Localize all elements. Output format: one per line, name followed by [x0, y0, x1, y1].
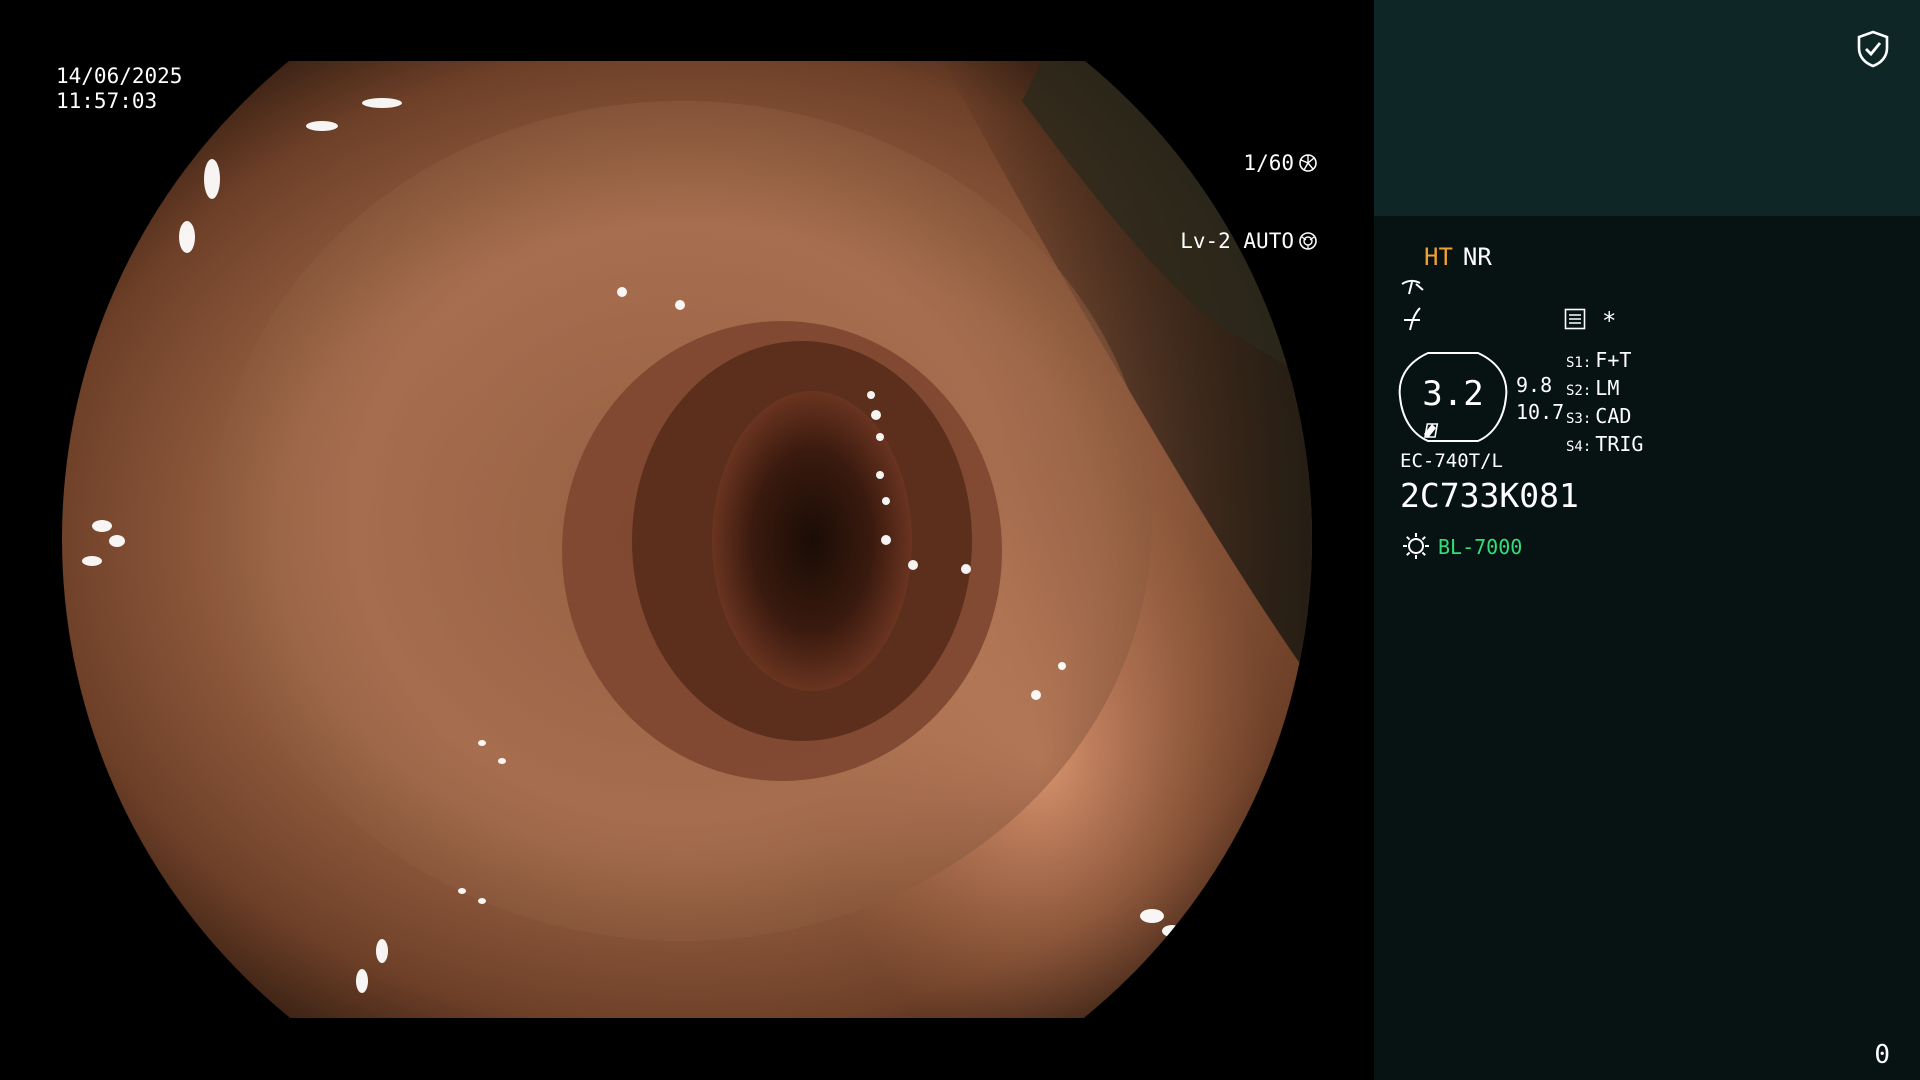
zoom-side-values: 9.8 10.7: [1516, 372, 1564, 426]
shutter-row: 1/60: [1180, 149, 1318, 177]
datetime-readout: 14/06/2025 11:57:03: [56, 64, 182, 114]
mode-ht: HT: [1424, 243, 1453, 271]
scope-serial: 2C733K081: [1400, 476, 1579, 515]
zoom-side-bottom: 10.7: [1516, 400, 1565, 424]
shutter-icon: [1299, 154, 1317, 172]
mode-nr: NR: [1462, 243, 1492, 271]
switch-key: S3:: [1566, 411, 1592, 427]
switch-key: S4:: [1566, 439, 1592, 455]
switch-row: S4: TRIG: [1566, 432, 1643, 460]
zoom-badge: 3.2: [1398, 352, 1508, 442]
menu-list-icon: [1564, 308, 1586, 330]
level-row: Lv-2 AUTO: [1180, 227, 1318, 255]
info-panel: HT NR * 3.2 9.8 10.7 S1: F+T S2: LM S3: …: [1374, 0, 1920, 1080]
color-mode-icon: [1404, 307, 1421, 331]
light-source-label: BL-7000: [1438, 535, 1523, 559]
image-mode-line: HT NR: [1424, 243, 1492, 271]
time-text: 11:57:03: [56, 89, 158, 113]
exposure-readout: 1/60 Lv-2 AUTO: [1180, 99, 1318, 305]
lumen-illustration: [62, 61, 1312, 1018]
shield-check-icon: [1857, 30, 1889, 68]
endoscopy-screen: 14/06/2025 11:57:03 1/60 Lv-2 AUTO HT NR…: [0, 0, 1920, 1080]
zoom-value: 3.2: [1422, 374, 1484, 414]
switch-row: S3: CAD: [1566, 404, 1643, 432]
shutter-speed: 1/60: [1243, 150, 1294, 175]
asterisk-mark: *: [1602, 307, 1617, 335]
zoom-side-top: 9.8: [1516, 373, 1553, 397]
scope-model: EC-740T/L: [1400, 450, 1503, 472]
enhancement-icon: [1401, 279, 1424, 295]
switch-value: F+T: [1595, 348, 1632, 372]
panel-header-area: [1374, 0, 1920, 216]
switch-key: S1:: [1566, 355, 1592, 371]
switch-row: S2: LM: [1566, 376, 1643, 404]
level-mode: Lv-2 AUTO: [1180, 228, 1294, 253]
image-counter: 0: [1874, 1040, 1890, 1070]
switch-key: S2:: [1566, 383, 1592, 399]
switch-value: LM: [1595, 376, 1620, 400]
iris-icon: [1299, 232, 1317, 250]
switch-value: TRIG: [1595, 432, 1644, 456]
switch-row: S1: F+T: [1566, 348, 1643, 376]
endoscopic-image: [62, 61, 1312, 1018]
date-text: 14/06/2025: [56, 64, 183, 88]
endoscope-view: 14/06/2025 11:57:03 1/60 Lv-2 AUTO: [0, 0, 1374, 1080]
light-source-icon: [1403, 533, 1429, 559]
switch-assignments: S1: F+T S2: LM S3: CAD S4: TRIG: [1566, 348, 1643, 460]
switch-value: CAD: [1595, 404, 1632, 428]
